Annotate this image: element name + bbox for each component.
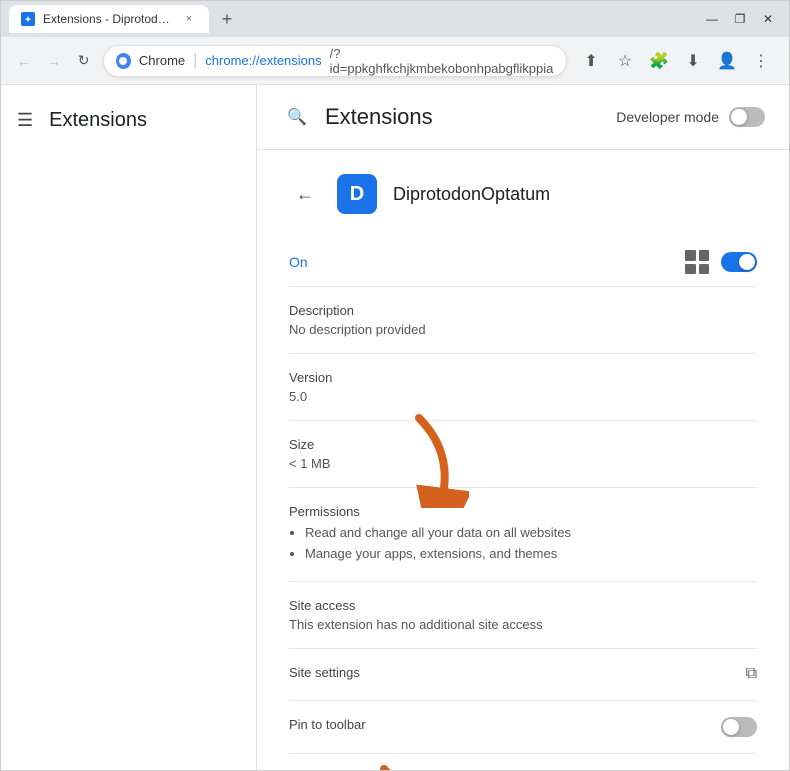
topbar-title: Extensions <box>325 104 433 130</box>
new-tab-button[interactable]: + <box>213 5 241 33</box>
description-value: No description provided <box>289 322 757 337</box>
share-icon[interactable]: ⬆ <box>575 45 607 77</box>
tab-strip: ✦ Extensions - DiprotodonOptatu... × + <box>9 5 693 33</box>
topbar-right: Developer mode <box>616 107 765 127</box>
topbar-left: 🔍 Extensions <box>281 101 433 133</box>
omnibox-url-highlight: chrome://extensions <box>205 53 321 68</box>
extensions-icon[interactable]: 🧩 <box>643 45 675 77</box>
description-row: Description No description provided <box>289 287 757 354</box>
external-link-icon[interactable]: ⧉ <box>746 665 757 683</box>
size-label: Size <box>289 437 757 452</box>
grid-dot-1 <box>685 250 696 261</box>
grid-dot-3 <box>685 264 696 275</box>
pin-toolbar-label: Pin to toolbar <box>289 717 366 732</box>
grid-dot-4 <box>699 264 710 275</box>
hamburger-menu[interactable]: ☰ <box>17 110 33 131</box>
developer-mode-toggle[interactable] <box>729 107 765 127</box>
extension-status-label: On <box>289 254 308 270</box>
extension-name: DiprotodonOptatum <box>393 184 550 205</box>
download-icon[interactable]: ⬇ <box>677 45 709 77</box>
size-value: < 1 MB <box>289 456 757 471</box>
version-label: Version <box>289 370 757 385</box>
window-controls: — ❐ ✕ <box>699 6 781 32</box>
sidebar: ☰ Extensions <box>1 85 257 770</box>
site-settings-row: Site settings ⧉ <box>289 649 757 701</box>
toolbar-icons: ⬆ ☆ 🧩 ⬇ 👤 ⋮ <box>575 45 777 77</box>
bookmark-icon[interactable]: ☆ <box>609 45 641 77</box>
tab-favicon: ✦ <box>21 12 35 26</box>
extension-detail: ← D DiprotodonOptatum On <box>257 150 789 770</box>
extension-icon: D <box>337 174 377 214</box>
menu-icon[interactable]: ⋮ <box>745 45 777 77</box>
grid-view-icon[interactable] <box>685 250 709 274</box>
size-row: Size < 1 MB <box>289 421 757 488</box>
pin-toolbar-row: Pin to toolbar <box>289 701 757 754</box>
permissions-label: Permissions <box>289 504 757 519</box>
omnibox-favicon <box>116 53 131 69</box>
extension-status-row: On <box>289 238 757 287</box>
version-value: 5.0 <box>289 389 757 404</box>
site-access-value: This extension has no additional site ac… <box>289 617 757 632</box>
extension-enable-toggle[interactable] <box>721 252 757 272</box>
search-button[interactable]: 🔍 <box>281 101 313 133</box>
maximize-button[interactable]: ❐ <box>727 6 753 32</box>
incognito-row: Allow in Incognito Warning: Google Chrom… <box>289 754 757 770</box>
back-button[interactable]: ← <box>289 178 321 210</box>
permissions-list: Read and change all your data on all web… <box>305 523 757 565</box>
permission-item-2: Manage your apps, extensions, and themes <box>305 544 757 565</box>
extension-status-controls <box>685 250 757 274</box>
site-access-row: Site access This extension has no additi… <box>289 582 757 649</box>
profile-icon[interactable]: 👤 <box>711 45 743 77</box>
tab-close-button[interactable]: × <box>181 11 197 27</box>
omnibox-separator: | <box>193 52 197 70</box>
version-row: Version 5.0 <box>289 354 757 421</box>
omnibox-url-rest: /?id=ppkghfkchjkmbekobonhpabgflikppia <box>330 46 554 76</box>
close-button[interactable]: ✕ <box>755 6 781 32</box>
site-settings-label: Site settings <box>289 665 360 680</box>
pin-toggle-knob <box>723 719 739 735</box>
sidebar-header: ☰ Extensions <box>1 101 256 148</box>
active-tab[interactable]: ✦ Extensions - DiprotodonOptatu... × <box>9 5 209 33</box>
minimize-button[interactable]: — <box>699 6 725 32</box>
refresh-button[interactable]: ↻ <box>73 45 95 77</box>
tab-title: Extensions - DiprotodonOptatu... <box>43 12 173 26</box>
grid-dot-2 <box>699 250 710 261</box>
forward-button[interactable]: → <box>43 45 65 77</box>
sidebar-title: Extensions <box>49 109 147 132</box>
toggle-knob <box>731 109 747 125</box>
permissions-row: Permissions Read and change all your dat… <box>289 488 757 582</box>
page-content: ☰ Extensions 🔍 Extensions Developer mode <box>1 85 789 770</box>
site-access-label: Site access <box>289 598 757 613</box>
pin-toolbar-toggle[interactable] <box>721 717 757 737</box>
omnibox-chrome-label: Chrome <box>139 53 185 68</box>
title-bar: ✦ Extensions - DiprotodonOptatu... × + —… <box>1 1 789 37</box>
permission-item-1: Read and change all your data on all web… <box>305 523 757 544</box>
main-content: 🔍 Extensions Developer mode ← D Diprotod… <box>257 85 789 770</box>
enable-toggle-knob <box>739 254 755 270</box>
address-bar: ← → ↻ Chrome | chrome://extensions /?id=… <box>1 37 789 85</box>
back-button[interactable]: ← <box>13 45 35 77</box>
omnibox[interactable]: Chrome | chrome://extensions /?id=ppkghf… <box>103 45 567 77</box>
developer-mode-label: Developer mode <box>616 109 719 125</box>
extension-header-row: ← D DiprotodonOptatum <box>289 174 757 214</box>
browser-window: ✦ Extensions - DiprotodonOptatu... × + —… <box>0 0 790 771</box>
extensions-topbar: 🔍 Extensions Developer mode <box>257 85 789 150</box>
description-label: Description <box>289 303 757 318</box>
